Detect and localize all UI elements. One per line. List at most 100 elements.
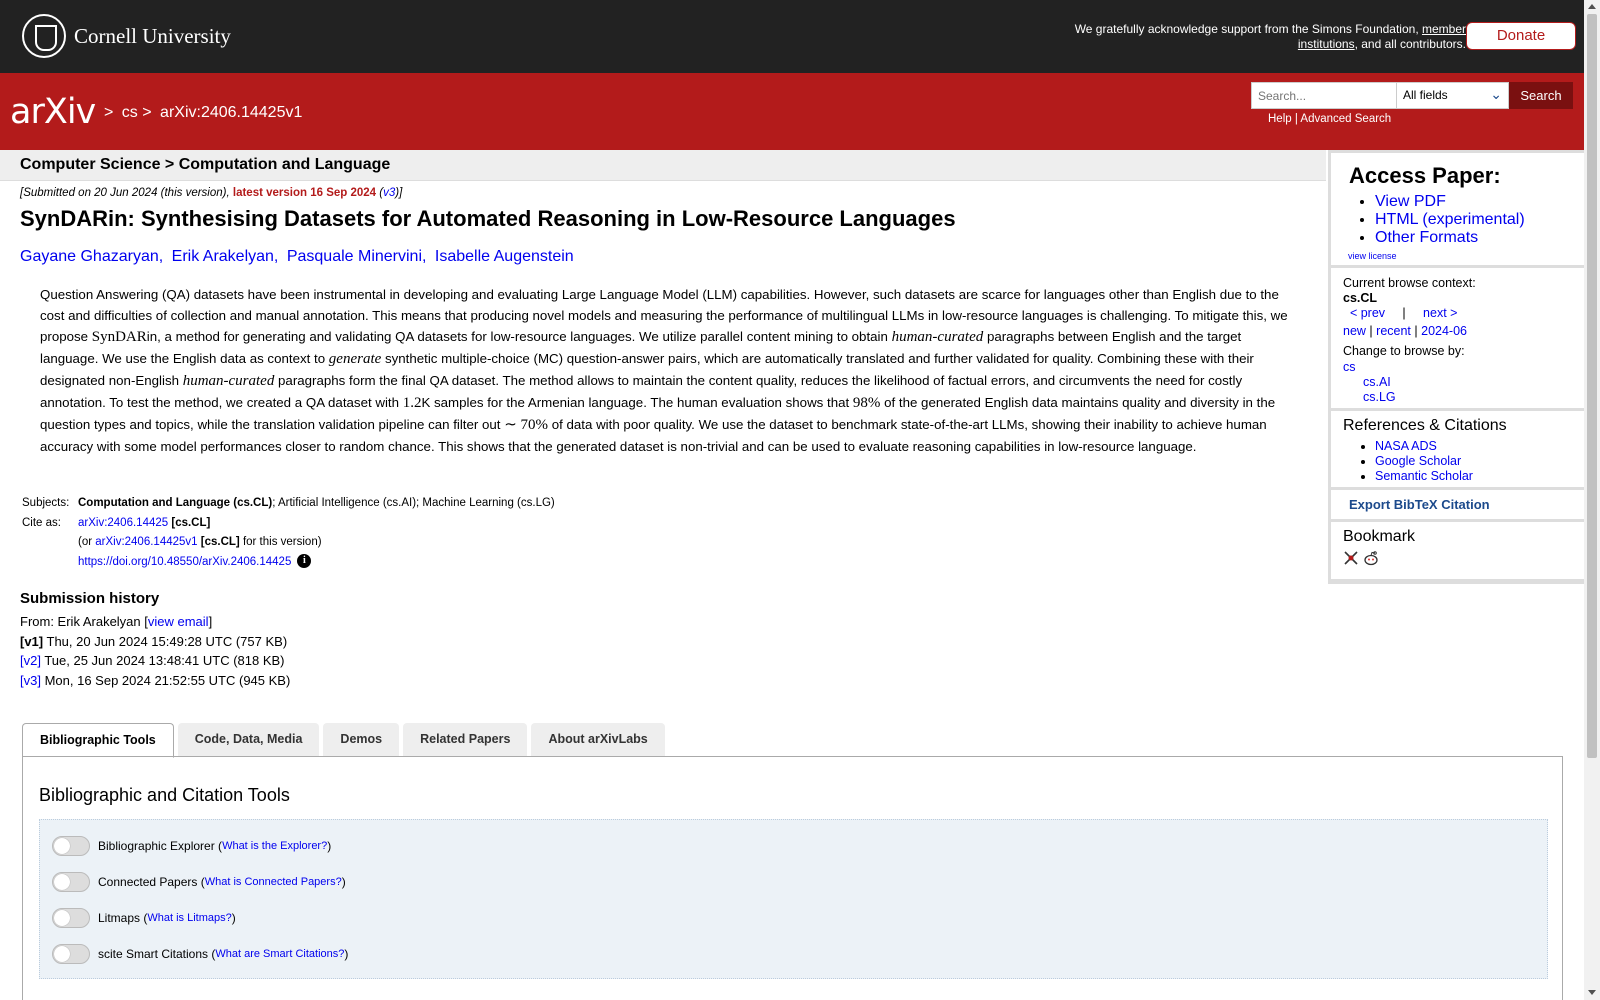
browse-cs-lg-link[interactable]: cs.LG: [1363, 390, 1396, 404]
help-links: Help | Advanced Search: [1268, 113, 1392, 125]
references-box: References & Citations NASA ADS Google S…: [1331, 411, 1584, 487]
search-input[interactable]: [1251, 82, 1397, 109]
math-inline: generate: [328, 351, 382, 367]
tool-row-scite: scite Smart Citations (What are Smart Ci…: [52, 944, 348, 964]
browse-context: cs.CL: [1343, 291, 1378, 305]
other-formats-link[interactable]: Other Formats: [1375, 229, 1478, 246]
scroll-down-icon[interactable]: [1588, 990, 1596, 995]
paper-title: SynDARin: Synthesising Datasets for Auto…: [20, 206, 956, 231]
author-list: Gayane Ghazaryan, Erik Arakelyan, Pasqua…: [20, 248, 578, 266]
connected-papers-toggle[interactable]: [52, 872, 90, 892]
author-link[interactable]: Erik Arakelyan,: [172, 248, 279, 265]
new-link[interactable]: new: [1343, 324, 1366, 338]
page-scrollbar[interactable]: [1584, 0, 1600, 1000]
semantic-scholar-link[interactable]: Semantic Scholar: [1375, 469, 1473, 483]
doi-link[interactable]: https://doi.org/10.48550/arXiv.2406.1442…: [78, 556, 291, 568]
latest-version-label: latest version 16 Sep 2024: [232, 187, 377, 199]
cornell-name: Cornell University: [74, 23, 231, 48]
arxiv-nav-bar: arXiv > cs > arXiv:2406.14425v1 All fiel…: [0, 73, 1584, 150]
references-title: References & Citations: [1343, 417, 1507, 434]
google-scholar-link[interactable]: Google Scholar: [1375, 454, 1461, 468]
metadata-table: Subjects: Computation and Language (cs.C…: [20, 494, 555, 572]
tab-demos[interactable]: Demos: [323, 723, 400, 756]
cornell-seal-icon: [22, 14, 66, 58]
bookmark-title: Bookmark: [1343, 528, 1416, 545]
sidebar: Access Paper: View PDF HTML (experimenta…: [1328, 150, 1584, 584]
reddit-icon[interactable]: [1363, 550, 1379, 566]
litmaps-toggle[interactable]: [52, 908, 90, 928]
version-row: [v2] Tue, 25 Jun 2024 13:48:41 UTC (818 …: [20, 653, 285, 668]
version-row: [v3] Mon, 16 Sep 2024 21:52:55 UTC (945 …: [20, 672, 291, 688]
panel-title: Bibliographic and Citation Tools: [39, 785, 290, 805]
next-link[interactable]: next >: [1423, 306, 1457, 320]
browse-context-box: Current browse context: cs.CL < prev | n…: [1331, 268, 1584, 408]
version-link-v3[interactable]: [v3]: [20, 673, 41, 688]
subject-header: Computer Science > Computation and Langu…: [0, 150, 1326, 181]
tool-row-connected-papers: Connected Papers (What is Connected Pape…: [52, 872, 346, 892]
info-icon[interactable]: i: [297, 554, 312, 569]
access-paper-box: Access Paper: View PDF HTML (experimenta…: [1331, 153, 1584, 265]
support-text: We gratefully acknowledge support from t…: [1074, 22, 1466, 51]
view-email-link[interactable]: view email: [148, 614, 209, 629]
math-inline: 1.2: [402, 395, 422, 411]
math-inline: human-curated: [182, 373, 275, 389]
cornell-logo[interactable]: Cornell University: [22, 14, 231, 58]
what-is-litmaps-link[interactable]: What is Litmaps?: [147, 912, 231, 924]
date-link[interactable]: 2024-06: [1421, 324, 1467, 338]
math-inline: human-curated: [891, 329, 984, 345]
search-button[interactable]: Search: [1509, 82, 1573, 109]
breadcrumb-cs[interactable]: cs: [122, 104, 138, 121]
tab-related-papers[interactable]: Related Papers: [403, 723, 528, 756]
subjects-row: Subjects: Computation and Language (cs.C…: [22, 497, 555, 509]
scroll-up-icon[interactable]: [1588, 4, 1596, 9]
browse-cs-ai-link[interactable]: cs.AI: [1363, 375, 1391, 389]
bibliographic-explorer-toggle[interactable]: [52, 836, 90, 856]
tab-code-data-media[interactable]: Code, Data, Media: [177, 723, 320, 756]
version-row: [v1] Thu, 20 Jun 2024 15:49:28 UTC (757 …: [20, 633, 288, 649]
scroll-thumb[interactable]: [1587, 14, 1597, 758]
cite-row: Cite as: arXiv:2406.14425 [cs.CL] (or ar…: [22, 516, 322, 569]
tool-row-litmaps: Litmaps (What is Litmaps?): [52, 908, 236, 928]
breadcrumb: > cs > arXiv:2406.14425v1: [104, 104, 303, 121]
tab-panel: Bibliographic and Citation Tools Bibliog…: [22, 756, 1563, 1000]
author-link[interactable]: Isabelle Augenstein: [435, 248, 574, 265]
cite-id-link[interactable]: arXiv:2406.14425: [78, 517, 168, 529]
prev-link[interactable]: < prev: [1350, 306, 1385, 320]
math-inline: SynDAR: [91, 329, 147, 345]
view-license-link[interactable]: view license: [1348, 251, 1397, 261]
math-inline: 98%: [852, 395, 881, 411]
help-link[interactable]: Help: [1268, 113, 1292, 125]
recent-link[interactable]: recent: [1376, 324, 1411, 338]
view-pdf-link[interactable]: View PDF: [1375, 193, 1446, 210]
bibsonomy-icon[interactable]: [1343, 550, 1359, 566]
submission-history: From: Erik Arakelyan [view email] [v1] T…: [20, 612, 290, 690]
math-inline: ∼ 70%: [504, 417, 549, 433]
advanced-search-link[interactable]: Advanced Search: [1300, 113, 1391, 125]
tool-row-explorer: Bibliographic Explorer (What is the Expl…: [52, 836, 331, 856]
scite-toggle[interactable]: [52, 944, 90, 964]
latest-version-link[interactable]: v3: [383, 187, 395, 199]
author-link[interactable]: Pasquale Minervini,: [287, 248, 427, 265]
tab-bibliographic-tools[interactable]: Bibliographic Tools: [22, 723, 174, 758]
nasa-ads-link[interactable]: NASA ADS: [1375, 439, 1437, 453]
what-is-explorer-link[interactable]: What is the Explorer?: [222, 840, 327, 852]
search-field-select[interactable]: All fields ⌄: [1397, 82, 1509, 109]
export-bibtex-box: Export BibTeX Citation: [1331, 490, 1584, 519]
version-link-v2[interactable]: [v2]: [20, 653, 41, 668]
labs-tabs: Bibliographic Tools Code, Data, Media De…: [22, 723, 665, 758]
tab-about-arxivlabs[interactable]: About arXivLabs: [531, 723, 665, 756]
access-paper-title: Access Paper:: [1349, 163, 1501, 188]
arxiv-logo[interactable]: arXiv: [10, 92, 96, 132]
export-bibtex-link[interactable]: Export BibTeX Citation: [1343, 497, 1490, 512]
abstract: Question Answering (QA) datasets have be…: [40, 287, 1288, 454]
breadcrumb-paper-id: arXiv:2406.14425v1: [160, 104, 303, 121]
html-link[interactable]: HTML (experimental): [1375, 211, 1525, 228]
donate-button[interactable]: Donate: [1466, 22, 1576, 50]
what-is-connected-papers-link[interactable]: What is Connected Papers?: [205, 876, 342, 888]
what-are-smart-citations-link[interactable]: What are Smart Citations?: [215, 948, 344, 960]
author-link[interactable]: Gayane Ghazaryan,: [20, 248, 163, 265]
browse-cs-link[interactable]: cs: [1343, 360, 1356, 374]
tools-list: Bibliographic Explorer (What is the Expl…: [39, 819, 1548, 979]
chevron-down-icon: ⌄: [1490, 86, 1502, 102]
cite-version-link[interactable]: arXiv:2406.14425v1: [95, 536, 197, 548]
